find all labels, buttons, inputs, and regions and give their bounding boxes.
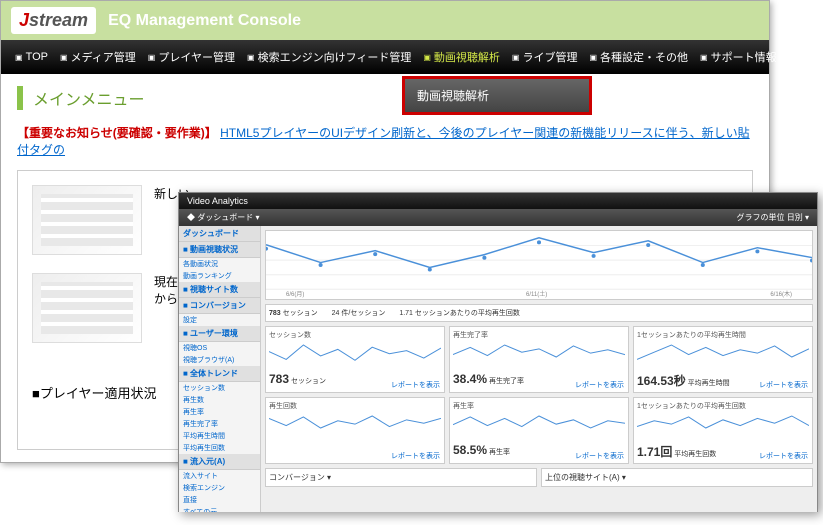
axis-label: 6/6(月) [286, 289, 304, 298]
sidebar-item[interactable]: 再生数 [179, 394, 260, 406]
analytics-title: Video Analytics [179, 193, 817, 209]
sidebar-group[interactable]: ■ 全体トレンド [179, 366, 260, 382]
sidebar-item[interactable]: 視聴OS [179, 342, 260, 354]
sidebar-group[interactable]: ■ コンバージョン [179, 298, 260, 314]
summary-bar: 783 セッション 24 件/セッション 1.71 セッションあたりの平均再生回… [265, 304, 813, 322]
analytics-toolbar: ◆ ダッシュボード ▾ グラフの単位 日別 ▾ [179, 209, 817, 226]
notice: 【重要なお知らせ(要確認・要作業)】 HTML5プレイヤーのUIデザイン刷新と、… [17, 124, 753, 158]
sidebar-item[interactable]: 直接 [179, 494, 260, 506]
metric-card: 再生率 58.5% 再生率 レポートを表示 [449, 397, 629, 464]
sidebar-item[interactable]: 平均再生回数 [179, 442, 260, 454]
dashboard-selector[interactable]: ◆ ダッシュボード ▾ [187, 212, 259, 223]
nav-item[interactable]: メディア管理 [54, 49, 142, 65]
sidebar-item[interactable]: 検索エンジン [179, 482, 260, 494]
bottom-panel[interactable]: コンバージョン ▾ [265, 468, 537, 487]
sidebar-group[interactable]: ■ 視聴サイト数 [179, 282, 260, 298]
sidebar-item[interactable]: 流入サイト [179, 470, 260, 482]
report-link[interactable]: レポートを表示 [575, 451, 624, 461]
nav-item[interactable]: サポート情報 [694, 49, 783, 65]
sidebar-item[interactable]: 平均再生時間 [179, 430, 260, 442]
thumbnail[interactable] [32, 273, 142, 343]
report-link[interactable]: レポートを表示 [391, 380, 440, 390]
sidebar-item[interactable]: 再生完了率 [179, 418, 260, 430]
report-link[interactable]: レポートを表示 [575, 380, 624, 390]
nav-item[interactable]: 動画視聴解析 [417, 49, 506, 65]
top-chart: 6/6(月) 6/11(土) 6/16(木) [265, 230, 813, 300]
sidebar-group[interactable]: ダッシュボード [179, 226, 260, 242]
bottom-panel[interactable]: 上位の視聴サイト(A) ▾ [541, 468, 813, 487]
sidebar-item[interactable]: 再生率 [179, 406, 260, 418]
sidebar-item[interactable]: 各動画状況 [179, 258, 260, 270]
metric-card: セッション数 783 セッション レポートを表示 [265, 326, 445, 393]
logo: Jstream [11, 7, 96, 34]
metric-card: 再生完了率 38.4% 再生完了率 レポートを表示 [449, 326, 629, 393]
report-link[interactable]: レポートを表示 [759, 380, 808, 390]
report-link[interactable]: レポートを表示 [759, 451, 808, 461]
axis-label: 6/11(土) [526, 289, 547, 298]
sidebar-item[interactable]: 動画ランキング [179, 270, 260, 282]
report-link[interactable]: レポートを表示 [391, 451, 440, 461]
dropdown-item-analytics[interactable]: 動画視聴解析 [405, 79, 589, 112]
sidebar-item[interactable]: すべての元 [179, 506, 260, 512]
metric-card: 1セッションあたりの平均再生回数 1.71回 平均再生回数 レポートを表示 [633, 397, 813, 464]
main-menu-heading: メインメニュー [17, 86, 753, 110]
sidebar-group[interactable]: ■ 流入元(A) [179, 454, 260, 470]
nav-item[interactable]: ライブ管理 [506, 49, 584, 65]
header: Jstream EQ Management Console [1, 1, 769, 40]
main-nav: TOPメディア管理プレイヤー管理検索エンジン向けフィード管理動画視聴解析ライブ管… [1, 40, 769, 74]
sidebar-group[interactable]: ■ ユーザー環境 [179, 326, 260, 342]
sidebar-item[interactable]: セッション数 [179, 382, 260, 394]
metric-card: 1セッションあたりの平均再生時間 164.53秒 平均再生時間 レポートを表示 [633, 326, 813, 393]
nav-item[interactable]: 各種設定・その他 [583, 49, 694, 65]
sidebar-group[interactable]: ■ 動画視聴状況 [179, 242, 260, 258]
sidebar-item[interactable]: 視聴ブラウザ(A) [179, 354, 260, 366]
axis-label: 6/16(木) [770, 289, 792, 298]
analytics-window: Video Analytics ◆ ダッシュボード ▾ グラフの単位 日別 ▾ … [178, 192, 818, 512]
nav-item[interactable]: 検索エンジン向けフィード管理 [241, 49, 417, 65]
nav-dropdown: 動画視聴解析 [402, 76, 592, 115]
nav-item[interactable]: プレイヤー管理 [142, 49, 241, 65]
analytics-main: 6/6(月) 6/11(土) 6/16(木) 783 セッション 24 件/セッ… [261, 226, 817, 512]
graph-unit-selector[interactable]: グラフの単位 日別 ▾ [737, 212, 809, 223]
notice-prefix: 【重要なお知らせ(要確認・要作業)】 [17, 126, 217, 140]
nav-item[interactable]: TOP [9, 51, 54, 63]
thumbnail[interactable] [32, 185, 142, 255]
metric-card: 再生回数 レポートを表示 [265, 397, 445, 464]
sidebar-item[interactable]: 設定 [179, 314, 260, 326]
app-title: EQ Management Console [108, 12, 301, 30]
analytics-sidebar: ダッシュボード■ 動画視聴状況各動画状況動画ランキング■ 視聴サイト数■ コンバ… [179, 226, 261, 512]
